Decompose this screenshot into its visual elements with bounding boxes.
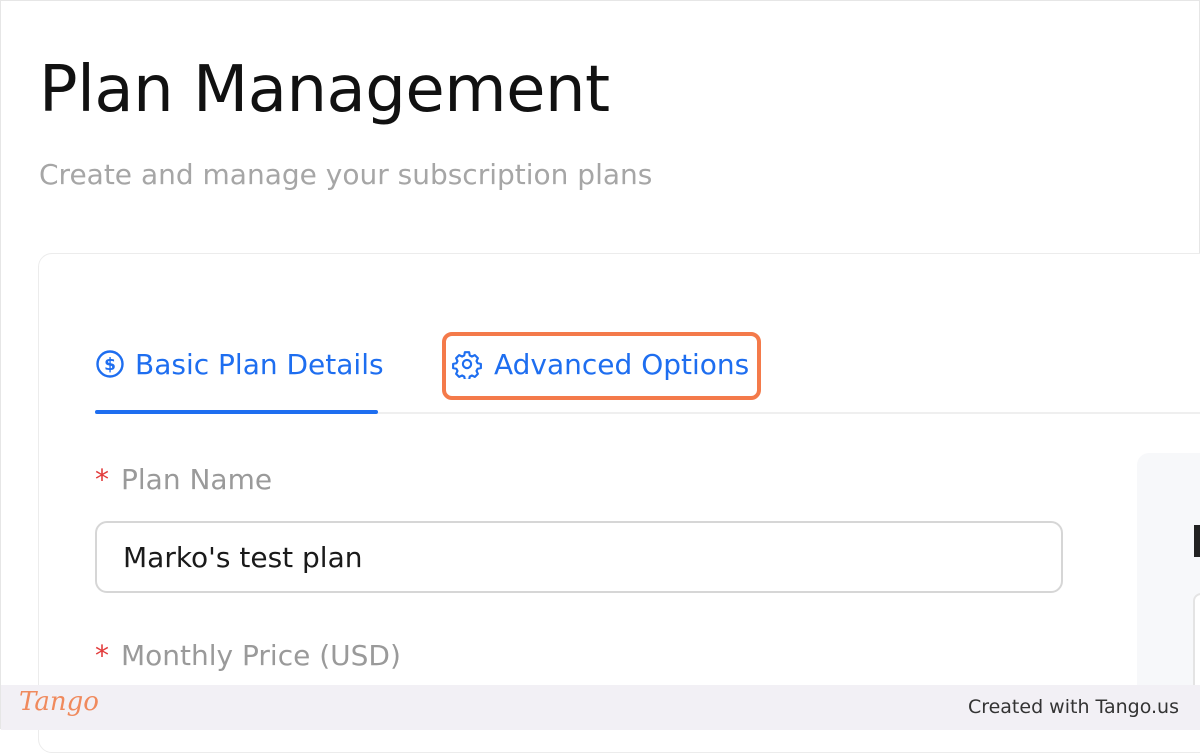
page-subtitle: Create and manage your subscription plan… — [39, 158, 653, 191]
plan-name-input[interactable] — [95, 521, 1063, 593]
footer-bar: Tango Created with Tango.us — [1, 685, 1200, 730]
dollar-circle-icon: $ — [95, 349, 125, 379]
active-tab-indicator — [95, 410, 378, 414]
svg-text:$: $ — [104, 355, 116, 375]
plan-form-card — [38, 253, 1200, 753]
plan-name-label: * Plan Name — [95, 463, 272, 496]
app-window: Plan Management Create and manage your s… — [0, 0, 1200, 753]
monthly-price-label-text: Monthly Price (USD) — [121, 639, 401, 672]
monthly-price-label: * Monthly Price (USD) — [95, 639, 401, 672]
required-mark: * — [95, 463, 109, 496]
plan-name-label-text: Plan Name — [121, 463, 273, 496]
page-title: Plan Management — [39, 53, 610, 127]
preview-panel — [1137, 453, 1200, 713]
required-mark: * — [95, 639, 109, 672]
tab-basic-plan-details[interactable]: $ Basic Plan Details — [95, 341, 384, 387]
footer-credit: Created with Tango.us — [967, 696, 1179, 718]
tab-label: Basic Plan Details — [135, 347, 384, 381]
click-highlight — [442, 332, 761, 400]
tango-logo: Tango — [19, 687, 99, 717]
panel-heading-fragment — [1194, 525, 1200, 557]
